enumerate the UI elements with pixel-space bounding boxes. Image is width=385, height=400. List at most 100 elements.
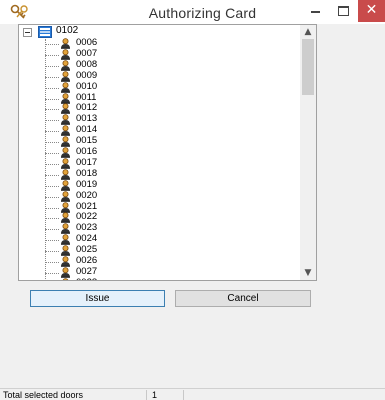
close-icon: ✕: [365, 2, 378, 18]
user-icon: [61, 38, 70, 49]
tree-connector: [45, 207, 59, 209]
tree-viewport: 0102 0006 0007 0008 0009 0010 0011 0012 0013 001…: [19, 25, 301, 280]
tree-connector: [45, 109, 59, 111]
user-icon: [62, 277, 69, 280]
tree-item-label: 0024: [76, 233, 98, 245]
tree-item[interactable]: 0024: [45, 234, 245, 245]
tree-item-label: 0008: [76, 58, 98, 70]
tree-item[interactable]: 0018: [45, 167, 245, 180]
tree-item[interactable]: 0010: [45, 81, 245, 93]
tree-root-label: 0102: [56, 25, 79, 36]
tree-item-label: 0022: [76, 211, 98, 223]
door-group-icon: [38, 26, 52, 38]
tree-item[interactable]: 0012: [45, 102, 245, 115]
tree-item[interactable]: 0026: [45, 256, 245, 267]
user-icon: [61, 103, 70, 115]
cancel-button[interactable]: Cancel: [175, 290, 311, 307]
tree-item-label: 0026: [76, 255, 98, 266]
user-icon: [61, 212, 70, 224]
tree-item[interactable]: 0028: [45, 277, 245, 280]
tree-connector: [45, 153, 59, 154]
tree-connector: [45, 251, 59, 253]
user-icon: [61, 245, 70, 256]
tree-item-label: 0025: [76, 244, 98, 256]
tree-item-label: 0011: [76, 91, 97, 103]
tree-connector: [45, 196, 59, 198]
tree-item-label: 0006: [76, 37, 98, 48]
tree-item-label: 0019: [76, 178, 98, 190]
user-icon: [61, 158, 70, 169]
user-icon: [61, 267, 70, 278]
user-icon: [61, 256, 70, 267]
maximize-button[interactable]: [330, 0, 356, 22]
status-bar: Total selected doors 1: [0, 388, 385, 400]
tree-connector: [45, 87, 59, 89]
selected-doors-count: 1: [152, 390, 158, 400]
tree-connector: [45, 54, 59, 56]
tree-item[interactable]: 0023: [45, 222, 245, 235]
user-icon: [61, 125, 70, 136]
tree-item-label: 0014: [76, 124, 98, 136]
title-bar: Authorizing Card ✕: [0, 0, 385, 24]
vertical-scrollbar[interactable]: ▲ ▼: [300, 25, 316, 280]
tree-item[interactable]: 0006: [45, 38, 245, 49]
tree-connector: [45, 44, 59, 45]
tree-item[interactable]: 0017: [45, 156, 245, 169]
collapse-toggle-icon[interactable]: [23, 28, 32, 37]
scroll-thumb[interactable]: [302, 39, 314, 95]
user-icon: [61, 92, 70, 104]
user-icon: [61, 147, 70, 158]
tree-connector: [45, 185, 59, 187]
tree-item-label: 0023: [76, 222, 98, 234]
tree-item-label: 0013: [76, 113, 98, 125]
tree-item-label: 0012: [76, 102, 98, 114]
scroll-up-icon[interactable]: ▲: [300, 25, 316, 39]
status-divider: [146, 390, 147, 400]
tree-connector: [45, 163, 59, 165]
tree-connector: [45, 272, 59, 274]
tree-item[interactable]: 0019: [45, 178, 245, 191]
tree-item[interactable]: 0011: [45, 91, 245, 104]
tree-item[interactable]: 0007: [45, 47, 245, 60]
close-button[interactable]: ✕: [358, 0, 385, 22]
scroll-down-icon[interactable]: ▼: [300, 266, 316, 280]
tree-item-label: 0027: [76, 265, 98, 277]
tree-connector: [45, 76, 59, 78]
tree-connector: [45, 120, 59, 122]
issue-button[interactable]: Issue: [30, 290, 165, 307]
tree-item-label: 0016: [76, 146, 98, 157]
user-icon: [61, 59, 70, 71]
user-icon: [61, 179, 70, 191]
tree-connector: [45, 174, 59, 176]
door-tree[interactable]: 0102 0006 0007 0008 0009 0010 0011 0012 0013 001…: [18, 24, 317, 281]
minimize-button[interactable]: [306, 0, 326, 22]
tree-item[interactable]: 0027: [45, 265, 245, 278]
tree-item[interactable]: 0020: [45, 190, 245, 202]
tree-item[interactable]: 0013: [45, 113, 245, 126]
user-icon: [61, 114, 70, 126]
user-icon: [61, 234, 70, 245]
user-icon: [61, 168, 70, 180]
tree-connector: [45, 262, 59, 263]
tree-connector: [45, 98, 59, 100]
window-title: Authorizing Card: [148, 5, 257, 21]
user-icon: [61, 81, 70, 93]
tree-item-label: 0007: [76, 47, 98, 59]
tree-item-label: 0018: [76, 167, 98, 179]
user-icon: [61, 201, 70, 213]
tree-connector: [45, 240, 59, 242]
tree-item[interactable]: 0022: [45, 211, 245, 224]
tree-item-label: 0021: [76, 200, 98, 212]
tree-item[interactable]: 0009: [45, 70, 245, 82]
tree-item[interactable]: 0008: [45, 58, 245, 71]
tree-item[interactable]: 0021: [45, 200, 245, 213]
tree-item-label: 0028: [76, 277, 97, 280]
tree-item-label: 0015: [76, 135, 98, 147]
tree-item[interactable]: 0025: [45, 245, 245, 256]
tree-item[interactable]: 0015: [45, 136, 245, 147]
tree-item[interactable]: 0016: [45, 147, 245, 158]
status-label: Total selected doors: [3, 390, 84, 400]
tree-item[interactable]: 0014: [45, 125, 245, 136]
user-icon: [61, 49, 70, 60]
tree-item-label: 0017: [76, 156, 98, 168]
